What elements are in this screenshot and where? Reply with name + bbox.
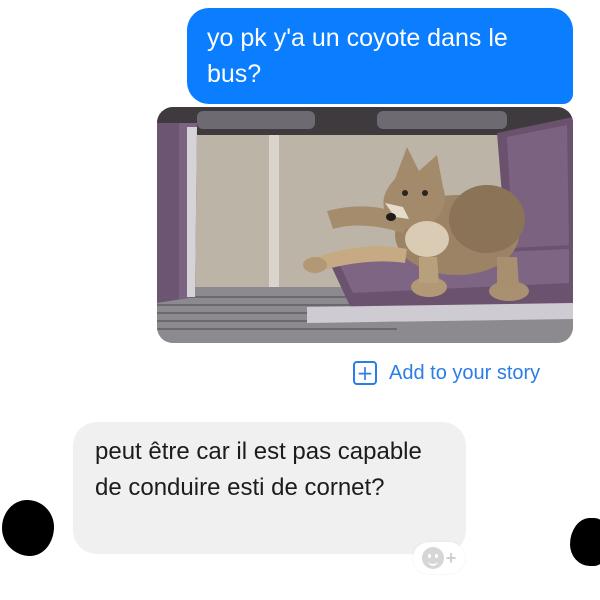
coyote-photo-illustration bbox=[157, 107, 573, 343]
incoming-message-bubble[interactable]: peut être car il est pas capable de cond… bbox=[73, 422, 466, 554]
smiley-icon bbox=[421, 547, 444, 569]
reaction-plus-glyph: + bbox=[445, 548, 457, 568]
shared-photo[interactable] bbox=[157, 107, 573, 343]
add-to-story-button[interactable]: + Add to your story bbox=[353, 360, 540, 386]
add-reaction-button[interactable]: + bbox=[413, 542, 465, 574]
censor-blob-left bbox=[2, 500, 54, 556]
outgoing-message-text: yo pk y'a un coyote dans le bus? bbox=[207, 24, 508, 88]
incoming-message-text: peut être car il est pas capable de cond… bbox=[95, 438, 422, 501]
outgoing-message-bubble[interactable]: yo pk y'a un coyote dans le bus? bbox=[187, 8, 573, 104]
plus-square-icon: + bbox=[353, 361, 377, 385]
add-to-story-label: Add to your story bbox=[389, 362, 541, 384]
censor-blob-right bbox=[570, 518, 600, 566]
